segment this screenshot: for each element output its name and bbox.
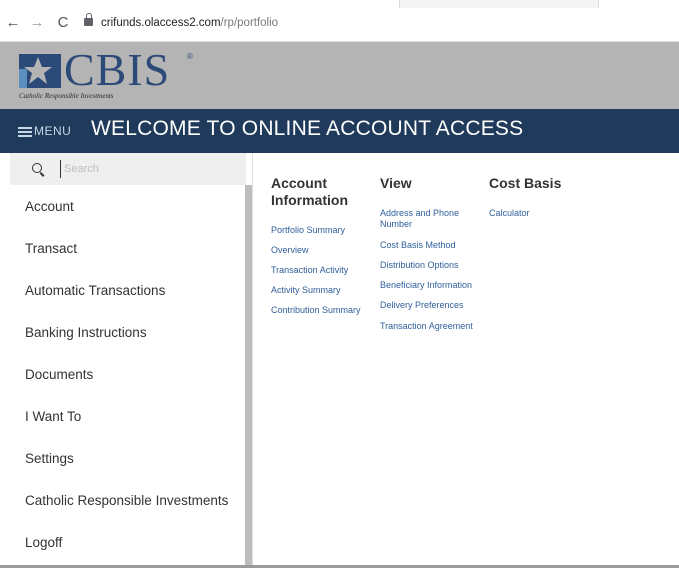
sidebar: Account Transact Automatic Transactions … bbox=[0, 153, 253, 568]
sidebar-item-transact[interactable]: Transact bbox=[25, 241, 77, 256]
sidebar-item-catholic-responsible-investments[interactable]: Catholic Responsible Investments bbox=[25, 493, 228, 508]
reload-icon[interactable]: C bbox=[54, 14, 72, 32]
browser-chrome: ← → C crifunds.olaccess2.com/rp/portfoli… bbox=[0, 0, 679, 42]
sidebar-item-automatic-transactions[interactable]: Automatic Transactions bbox=[25, 283, 165, 298]
link-transaction-agreement[interactable]: Transaction Agreement bbox=[380, 321, 473, 332]
cbis-logo[interactable]: CBIS ® Catholic Responsible Investments bbox=[16, 46, 206, 106]
link-transaction-activity[interactable]: Transaction Activity bbox=[271, 265, 348, 276]
search-input[interactable] bbox=[60, 160, 240, 178]
top-nav-bar: MENU WELCOME TO ONLINE ACCOUNT ACCESS bbox=[0, 109, 679, 153]
forward-arrow-icon[interactable]: → bbox=[28, 14, 46, 32]
link-cost-basis-method[interactable]: Cost Basis Method bbox=[380, 240, 456, 251]
link-activity-summary[interactable]: Activity Summary bbox=[271, 285, 341, 296]
account-information-column: Account Information Portfolio Summary Ov… bbox=[271, 175, 381, 315]
logo-wordmark: CBIS bbox=[64, 44, 171, 95]
url-host: crifunds.olaccess2.com bbox=[101, 17, 221, 29]
lock-icon bbox=[84, 13, 93, 26]
sidebar-search bbox=[10, 153, 246, 185]
sidebar-scrollbar[interactable] bbox=[245, 185, 252, 568]
logo-tagline: Catholic Responsible Investments bbox=[19, 92, 114, 100]
view-heading: View bbox=[380, 175, 412, 191]
link-calculator[interactable]: Calculator bbox=[489, 208, 530, 219]
sidebar-item-documents[interactable]: Documents bbox=[25, 367, 93, 382]
url-path: /rp/portfolio bbox=[220, 17, 279, 29]
cost-basis-column: Cost Basis Calculator bbox=[489, 175, 589, 218]
sidebar-item-settings[interactable]: Settings bbox=[25, 451, 74, 466]
link-beneficiary-information[interactable]: Beneficiary Information bbox=[380, 280, 472, 291]
link-portfolio-summary[interactable]: Portfolio Summary bbox=[271, 225, 345, 236]
tab-strip bbox=[0, 0, 679, 8]
view-column: View Address and Phone Number Cost Basis… bbox=[380, 175, 490, 331]
sidebar-item-account[interactable]: Account bbox=[25, 199, 74, 214]
address-bar[interactable]: crifunds.olaccess2.com/rp/portfolio bbox=[84, 13, 279, 32]
heading-line: Account bbox=[271, 175, 327, 191]
menu-label: MENU bbox=[34, 124, 72, 138]
menu-panel: Account Information Portfolio Summary Ov… bbox=[253, 153, 679, 568]
search-icon[interactable] bbox=[32, 163, 42, 173]
registered-mark: ® bbox=[187, 52, 193, 61]
link-address-and-phone-number[interactable]: Address and Phone bbox=[380, 208, 459, 219]
heading-line: Information bbox=[271, 192, 348, 208]
link-delivery-preferences[interactable]: Delivery Preferences bbox=[380, 300, 464, 311]
menu-button[interactable]: MENU bbox=[18, 109, 88, 153]
sidebar-item-banking-instructions[interactable]: Banking Instructions bbox=[25, 325, 147, 340]
brand-header: CBIS ® Catholic Responsible Investments bbox=[0, 42, 679, 109]
link-address-and-phone-number[interactable]: Number bbox=[380, 219, 412, 230]
link-distribution-options[interactable]: Distribution Options bbox=[380, 260, 459, 271]
browser-tab-active[interactable] bbox=[0, 0, 400, 8]
account-information-heading: Account Information bbox=[271, 175, 381, 209]
sidebar-item-logoff[interactable]: Logoff bbox=[25, 535, 62, 550]
browser-tab[interactable] bbox=[598, 0, 679, 8]
back-arrow-icon[interactable]: ← bbox=[4, 14, 22, 32]
link-contribution-summary[interactable]: Contribution Summary bbox=[271, 305, 361, 316]
sidebar-item-i-want-to[interactable]: I Want To bbox=[25, 409, 81, 424]
page-title: WELCOME TO ONLINE ACCOUNT ACCESS bbox=[91, 117, 524, 140]
star-mark-icon bbox=[19, 54, 61, 88]
link-overview[interactable]: Overview bbox=[271, 245, 309, 256]
cost-basis-heading: Cost Basis bbox=[489, 175, 562, 191]
hamburger-icon bbox=[18, 127, 32, 137]
